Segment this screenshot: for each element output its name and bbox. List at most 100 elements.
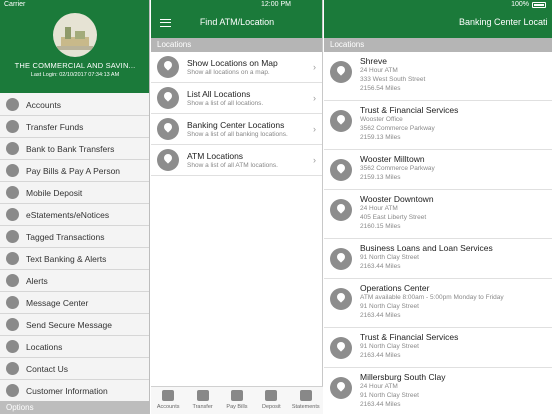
location-text: Operations Center ATM available 8:00am - … [360, 279, 504, 321]
location-detail: 2160.15 Miles [360, 223, 401, 231]
menu-item[interactable]: Bank to Bank Transfers [0, 138, 149, 160]
menu-item-label: Accounts [26, 99, 61, 110]
menu-item[interactable]: Accounts [0, 94, 149, 116]
menu-item[interactable]: Mobile Deposit [0, 182, 149, 204]
location-detail: 2159.13 Miles [360, 174, 401, 182]
tab-deposit[interactable]: Deposit [254, 387, 288, 414]
tab-label: Deposit [262, 404, 281, 410]
menu-item[interactable]: eStatements/eNotices [0, 204, 149, 226]
location-option[interactable]: ATM Locations Show a list of all ATM loca… [151, 145, 322, 176]
phone-icon [6, 362, 19, 375]
menu-item[interactable]: Text Banking & Alerts [0, 248, 149, 270]
location-detail: 2163.44 Miles [360, 401, 401, 409]
menu-item-label: Customer Information [26, 385, 108, 396]
chevron-right-icon: › [313, 124, 316, 134]
accounts-icon [162, 390, 175, 401]
location-detail: 2163.44 Miles [360, 312, 401, 320]
location-pin-icon [330, 110, 352, 132]
location-option[interactable]: Show Locations on Map Show all locations … [151, 52, 322, 83]
deposit-icon [265, 390, 278, 401]
tab-label: Statements [291, 404, 320, 410]
location-text: Wooster Downtown 24 Hour ATM 405 East Libe… [360, 190, 434, 232]
right-page-title: Banking Center Locati [459, 17, 548, 27]
camera-icon [6, 186, 19, 199]
location-name: Trust & Financial Services [360, 105, 459, 115]
location-option[interactable]: List All Locations Show a list of all loc… [151, 83, 322, 114]
location-name: Millersburg South Clay [360, 372, 446, 382]
menu-item[interactable]: Alerts [0, 270, 149, 292]
tab-label: Pay Bills [226, 404, 248, 410]
tab-accounts[interactable]: Accounts [151, 387, 185, 414]
page-title: Find ATM/Location [199, 17, 275, 27]
menu-item[interactable]: Contact Us [0, 358, 149, 380]
location-detail: 405 East Liberty Street [360, 214, 427, 222]
location-list-item[interactable]: Trust & Financial Services 91 North Clay … [324, 328, 552, 368]
accounts-icon [6, 98, 19, 111]
location-pin-icon [330, 199, 352, 221]
find-atm-panel: Find ATM/Location Locations Show Locatio… [151, 0, 323, 414]
transfer-icon [6, 120, 19, 133]
location-option[interactable]: Banking Center Locations Show a list of a… [151, 114, 322, 145]
location-text: Trust & Financial Services Wooster Office… [360, 101, 458, 143]
last-login: Last Login: 02/10/2017 07:34:13 AM [30, 72, 120, 78]
location-text: Business Loans and Loan Services 91 North… [360, 239, 493, 271]
battery-percent: 100% [511, 1, 529, 8]
menu-item-label: Transfer Funds [26, 121, 84, 132]
menu-item[interactable]: Tagged Transactions [0, 226, 149, 248]
menu-item[interactable]: Locations [0, 336, 149, 358]
location-detail: 91 North Clay Street [360, 343, 419, 350]
location-name: Wooster Milltown [360, 154, 425, 164]
menu-item[interactable]: Send Secure Message [0, 314, 149, 336]
location-icon [6, 340, 19, 353]
status-bar: Carrier 12:00 PM 100% [0, 0, 552, 10]
option-subtitle: Show all locations on a map. [187, 69, 270, 76]
location-detail: 2163.44 Miles [360, 263, 401, 271]
location-list-item[interactable]: Millersburg South Clay 24 Hour ATM 91 Nort… [324, 368, 552, 414]
menu-item-label: Alerts [26, 275, 48, 286]
menu-item[interactable]: Pay Bills & Pay A Person [0, 160, 149, 182]
menu-item[interactable]: Message Center [0, 292, 149, 314]
location-options: Show Locations on Map Show all locations … [151, 52, 322, 176]
location-list-item[interactable]: Wooster Milltown 3562 Commerce Parkway 215… [324, 150, 552, 190]
menu-list: Accounts Transfer Funds Bank to Bank Trans… [0, 93, 149, 402]
location-list-item[interactable]: Business Loans and Loan Services 91 North… [324, 239, 552, 279]
tab-pay-bills[interactable]: Pay Bills [220, 387, 254, 414]
tab-label: Transfer [192, 404, 213, 410]
location-detail: ATM available 8:00am - 5:00pm Monday to … [360, 294, 504, 301]
location-pin-icon [330, 288, 352, 310]
location-pin-icon [330, 377, 352, 399]
location-detail: 2156.54 Miles [360, 85, 401, 93]
location-detail: 91 North Clay Street [360, 303, 419, 311]
clock: 12:00 PM [261, 1, 291, 8]
tab-transfer[interactable]: Transfer [186, 387, 220, 414]
transfer-icon [196, 390, 209, 401]
location-pin-icon [330, 248, 352, 270]
option-subtitle: Show a list of all banking locations. [187, 131, 288, 138]
info-icon [6, 384, 19, 397]
send-icon [6, 318, 19, 331]
pay-bills-icon [230, 390, 243, 401]
menu-options-header: Options [0, 401, 149, 414]
location-detail: 3562 Commerce Parkway [360, 125, 435, 133]
location-text: Shreve 24 Hour ATM 333 West South Street 21… [360, 52, 425, 94]
menu-item[interactable]: Customer Information [0, 380, 149, 402]
location-pin-icon [157, 118, 179, 140]
tab-statements[interactable]: Statements [289, 387, 323, 414]
menu-item-label: Pay Bills & Pay A Person [26, 165, 121, 176]
location-text: Trust & Financial Services 91 North Clay … [360, 328, 458, 360]
menu-item[interactable]: Transfer Funds [0, 116, 149, 138]
location-list-item[interactable]: Wooster Downtown 24 Hour ATM 405 East Libe… [324, 190, 552, 239]
location-pin-icon [157, 87, 179, 109]
tag-icon [6, 230, 19, 243]
location-pin-icon [157, 149, 179, 171]
location-pin-icon [330, 159, 352, 181]
location-list-item[interactable]: Trust & Financial Services Wooster Office… [324, 101, 552, 150]
location-name: Shreve [360, 56, 387, 66]
location-list-item[interactable]: Shreve 24 Hour ATM 333 West South Street 21… [324, 52, 552, 101]
battery-indicator: 100% [511, 1, 546, 8]
location-name: Wooster Downtown [360, 194, 434, 204]
option-text: Show Locations on Map Show all locations … [187, 58, 278, 76]
menu-item-label: Send Secure Message [26, 319, 112, 330]
chevron-right-icon: › [313, 93, 316, 103]
location-list-item[interactable]: Operations Center ATM available 8:00am - … [324, 279, 552, 328]
